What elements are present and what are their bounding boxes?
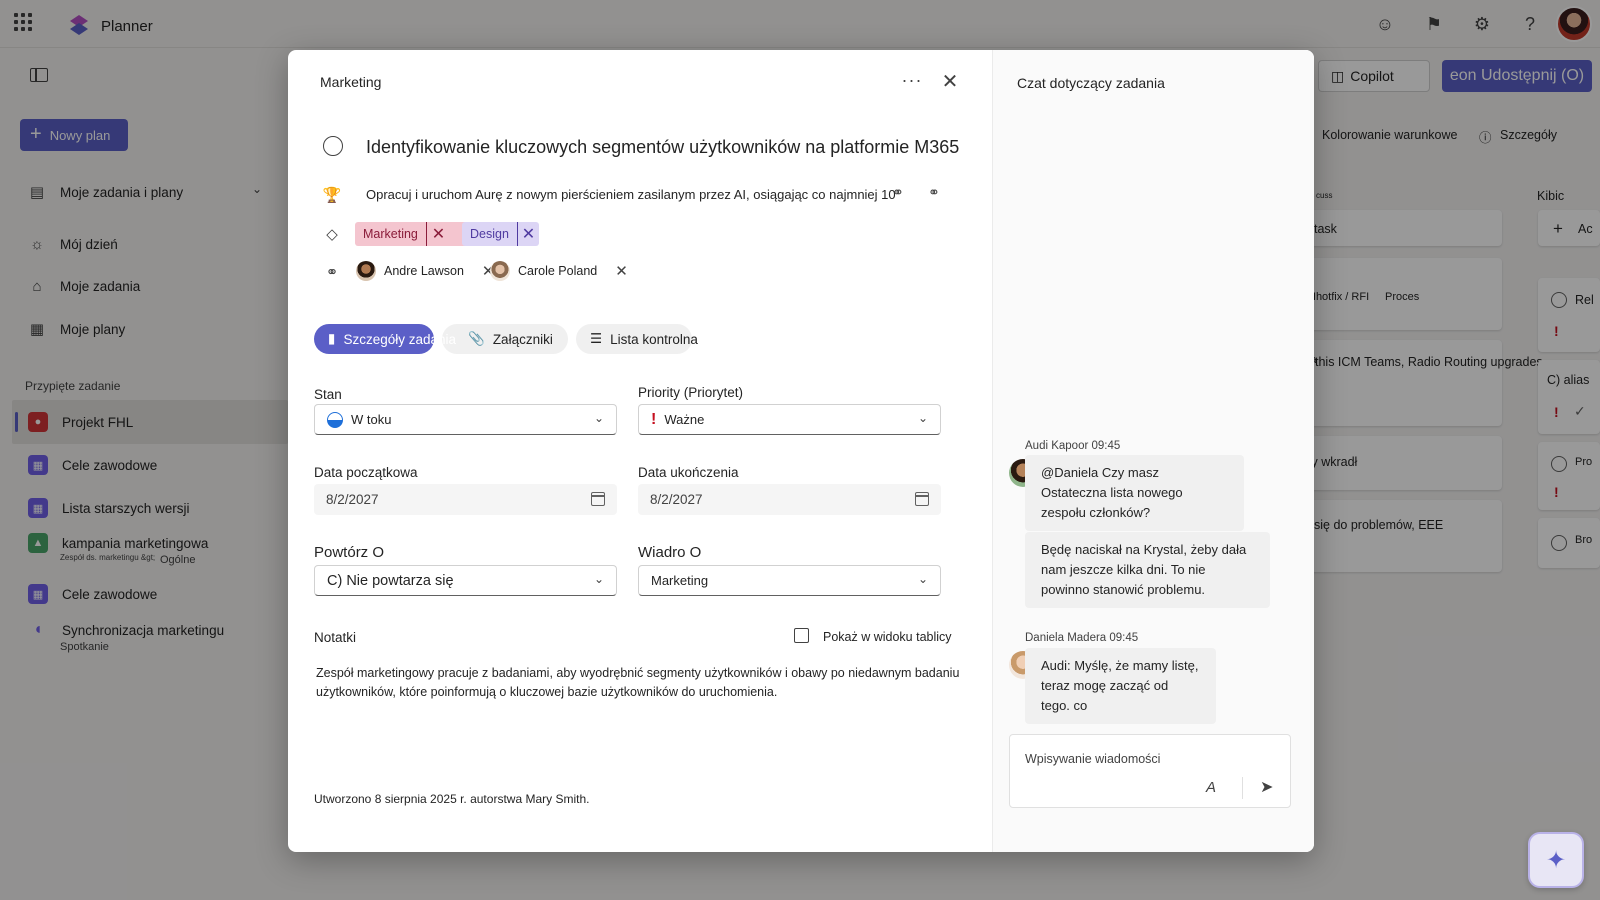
close-icon[interactable]: ✕ xyxy=(938,70,962,94)
status-label: Stan xyxy=(314,387,342,402)
chevron-down-icon: ⌄ xyxy=(593,411,604,425)
format-text-icon[interactable]: A xyxy=(1206,779,1216,796)
unlink-icon[interactable]: ⚭ xyxy=(928,184,940,201)
calendar-icon[interactable] xyxy=(915,492,929,506)
chevron-down-icon: ⌄ xyxy=(917,572,928,586)
bucket-dropdown[interactable]: Marketing ⌄ xyxy=(638,565,941,596)
start-date-input[interactable]: 8/2/2027 xyxy=(314,484,617,515)
copilot-fab-button[interactable]: ✦ xyxy=(1528,832,1584,888)
chat-message: Audi: Myślę, że mamy listę, teraz mogę z… xyxy=(1025,648,1216,724)
task-details-pane: Marketing ··· ✕ Identyfikowanie kluczowy… xyxy=(288,50,992,852)
copilot-icon: ✦ xyxy=(1545,846,1567,874)
show-on-card-checkbox[interactable] xyxy=(794,628,809,643)
trophy-icon: 🏆 xyxy=(322,187,342,204)
calendar-icon[interactable] xyxy=(591,492,605,506)
in-progress-icon xyxy=(327,411,343,428)
notes-text[interactable]: Zespół marketingowy pracuje z badaniami,… xyxy=(316,664,996,702)
more-options-icon[interactable]: ··· xyxy=(900,70,924,94)
notes-label: Notatki xyxy=(314,630,357,645)
task-chat-pane: Czat dotyczący zadania Audi Kapoor 09:45… xyxy=(992,50,1314,852)
link-icon[interactable]: ⚭ xyxy=(892,184,904,201)
chat-title: Czat dotyczący zadania xyxy=(1017,75,1165,91)
due-date-input[interactable]: 8/2/2027 xyxy=(638,484,941,515)
tab-attachments[interactable]: 📎 Załączniki xyxy=(442,324,568,354)
send-icon[interactable]: ➤ xyxy=(1260,777,1273,797)
remove-assignee-icon[interactable]: ✕ xyxy=(615,262,628,280)
checklist-icon: ☰ xyxy=(590,331,603,346)
priority-dropdown[interactable]: ! Ważne ⌄ xyxy=(638,404,941,435)
complete-task-checkbox[interactable] xyxy=(323,136,343,156)
paperclip-icon: 📎 xyxy=(468,331,485,346)
label-chip-marketing: Marketing ✕ xyxy=(355,222,477,246)
bucket-label: Wiadro O xyxy=(638,544,702,561)
avatar xyxy=(490,261,510,281)
created-info: Utworzono 8 sierpnia 2025 r. autorstwa M… xyxy=(314,792,590,806)
avatar xyxy=(356,261,376,281)
due-date-label: Data ukończenia xyxy=(638,465,739,480)
status-dropdown[interactable]: W toku ⌄ xyxy=(314,404,617,435)
repeat-label: Powtórz O xyxy=(314,544,385,561)
task-details-dialog: Marketing ··· ✕ Identyfikowanie kluczowy… xyxy=(288,50,1314,852)
message-author-time: Daniela Madera 09:45 xyxy=(1025,632,1139,644)
chat-message: Będę naciskał na Krystal, żeby dała nam … xyxy=(1025,532,1270,608)
tag-icon: ◇ xyxy=(326,226,338,243)
chat-message: @Daniela Czy masz Ostateczna lista noweg… xyxy=(1025,455,1244,531)
tab-details[interactable]: ▮ Szczegóły zadania xyxy=(314,324,456,354)
start-date-label: Data początkowa xyxy=(314,465,418,480)
assignee-carole: Carole Poland ✕ xyxy=(490,258,628,284)
message-input[interactable]: Wpisywanie wiadomości xyxy=(1025,752,1160,766)
chevron-down-icon: ⌄ xyxy=(917,411,928,425)
priority-important-icon: ! xyxy=(651,410,657,428)
task-title[interactable]: Identyfikowanie kluczowych segmentów uży… xyxy=(366,137,959,158)
show-on-card-label[interactable]: Pokaż w widoku tablicy xyxy=(823,630,952,644)
divider xyxy=(1242,777,1243,799)
message-author-time: Audi Kapoor 09:45 xyxy=(1025,440,1121,452)
notebook-icon: ▮ xyxy=(328,331,336,346)
label-chip-design: Design ✕ xyxy=(462,222,539,246)
plan-name: Marketing xyxy=(320,74,382,90)
tab-checklist[interactable]: ☰ Lista kontrolna xyxy=(576,324,698,354)
assignee-andre: Andre Lawson ✕ xyxy=(356,258,495,284)
remove-label-icon[interactable]: ✕ xyxy=(516,222,539,246)
priority-label: Priority (Priorytet) xyxy=(638,385,744,400)
assignees-icon: ⚭ xyxy=(325,264,339,281)
repeat-dropdown[interactable]: C) Nie powtarza się ⌄ xyxy=(314,565,617,596)
message-compose-box[interactable]: Wpisywanie wiadomości A ➤ xyxy=(1009,734,1291,808)
goal-text[interactable]: Opracuj i uruchom Aurę z nowym pierścien… xyxy=(366,187,896,202)
chevron-down-icon: ⌄ xyxy=(593,572,604,586)
remove-label-icon[interactable]: ✕ xyxy=(425,222,450,246)
